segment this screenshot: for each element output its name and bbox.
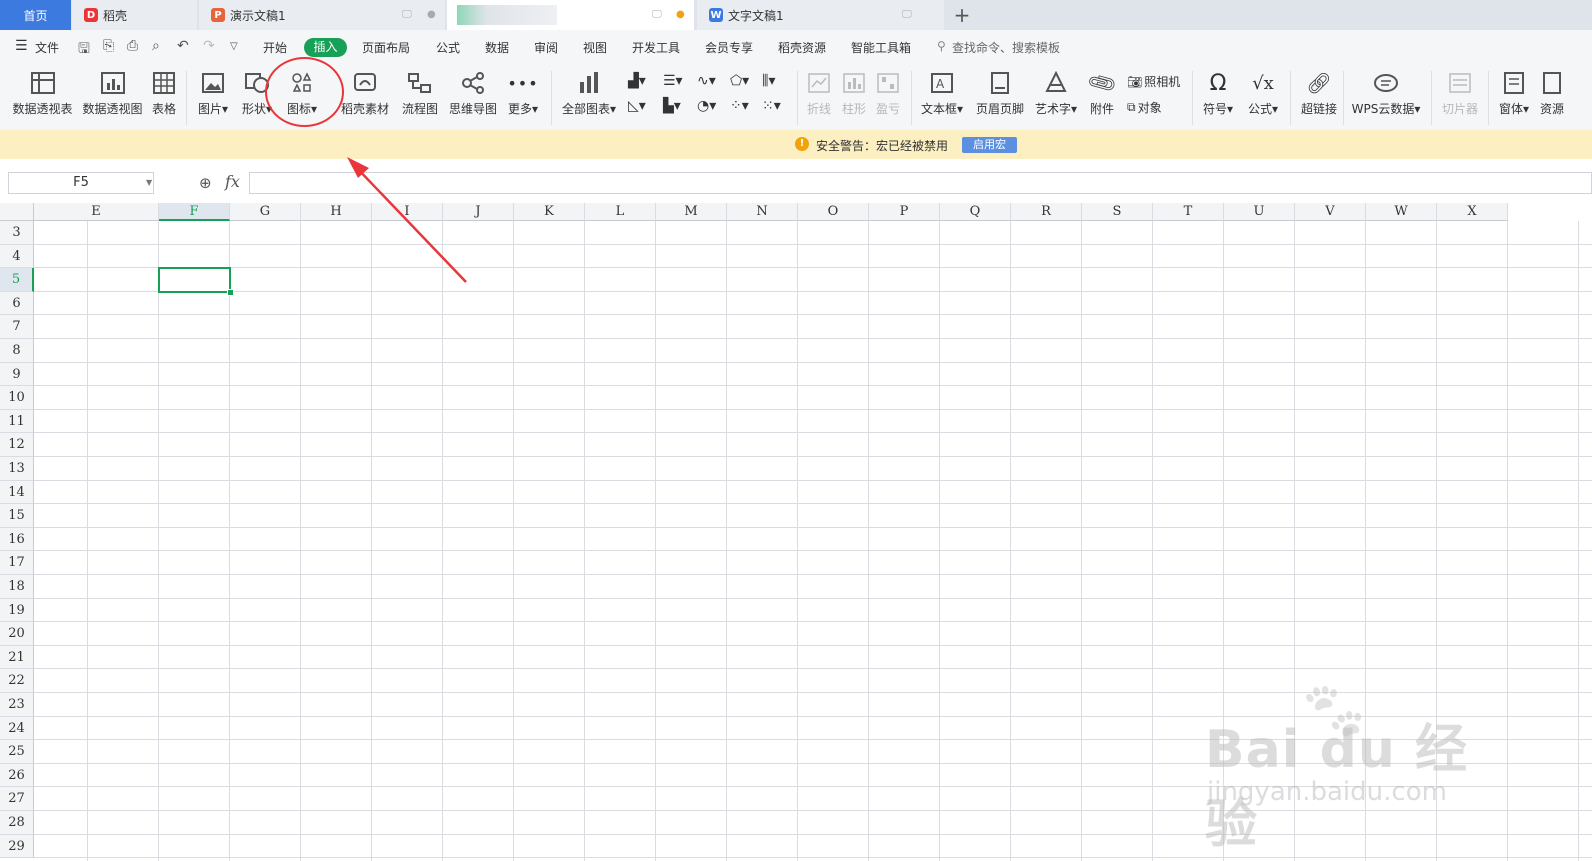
- watermark-url: jingyan.baidu.com: [1207, 777, 1447, 807]
- baidu-jingyan-watermark: 🐾︎ Bai du 经验 jingyan.baidu.com: [1205, 677, 1485, 855]
